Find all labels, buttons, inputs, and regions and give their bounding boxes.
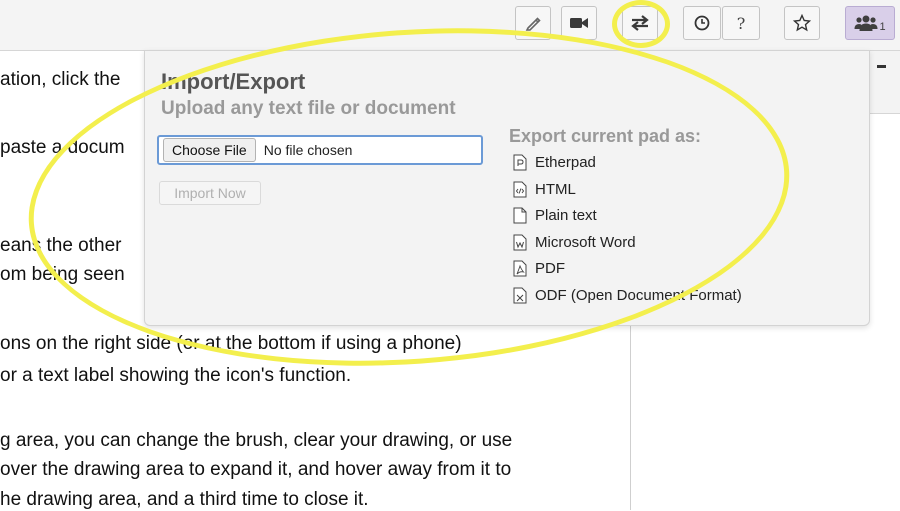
editor-line: eans the other [0,235,122,256]
export-label: Microsoft Word [535,234,636,251]
file-input[interactable]: Choose File No file chosen [157,135,483,165]
editor-line: ons on the right side (or at the bottom … [0,333,462,354]
popup-title: Import/Export [161,69,306,94]
export-html-link[interactable]: HTML [513,181,576,198]
file-etherpad-icon [513,154,527,171]
file-html-icon [513,181,527,198]
no-file-text: No file chosen [263,142,353,158]
export-label: HTML [535,181,576,198]
export-plain-text-link[interactable]: Plain text [513,207,597,224]
editor-line: ation, click the [0,69,121,90]
editor-line: he drawing area, and a third time to clo… [0,489,369,510]
help-button[interactable]: ? [722,6,760,40]
editor-line: over the drawing area to expand it, and … [0,459,512,480]
swap-arrows-icon [631,15,649,31]
editor-line: paste a docum [0,137,125,158]
export-label: ODF (Open Document Format) [535,287,742,304]
users-icon [854,15,878,31]
export-label: PDF [535,260,565,277]
pencil-button[interactable] [515,6,551,40]
minimize-icon[interactable] [877,65,886,68]
import-export-button[interactable] [622,6,658,40]
editor-line: or a text label showing the icon's funct… [0,365,352,386]
timeslider-button[interactable] [683,6,721,40]
top-toolbar: ? 1 [0,0,900,51]
import-now-button[interactable]: Import Now [159,181,261,205]
video-button[interactable] [561,6,597,40]
users-button[interactable]: 1 [845,6,895,40]
export-etherpad-link[interactable]: Etherpad [513,154,596,171]
users-count: 1 [879,21,886,33]
file-word-icon [513,234,527,251]
import-export-popup: Import/Export Upload any text file or do… [144,50,870,326]
export-label: Plain text [535,207,597,224]
question-icon: ? [736,13,746,33]
star-icon [793,14,811,32]
export-word-link[interactable]: Microsoft Word [513,234,636,251]
choose-file-button[interactable]: Choose File [163,138,256,162]
star-button[interactable] [784,6,820,40]
file-text-icon [513,207,527,224]
clock-icon [694,15,710,31]
export-label: Etherpad [535,154,596,171]
pencil-icon [525,17,541,31]
file-pdf-icon [513,260,527,277]
export-odf-link[interactable]: ODF (Open Document Format) [513,287,742,304]
video-camera-icon [570,18,588,28]
popup-subtitle: Upload any text file or document [161,98,456,119]
export-pdf-link[interactable]: PDF [513,260,565,277]
file-odf-icon [513,287,527,304]
export-title: Export current pad as: [509,126,702,146]
editor-line: g area, you can change the brush, clear … [0,430,513,451]
editor-line: om being seen [0,264,125,285]
